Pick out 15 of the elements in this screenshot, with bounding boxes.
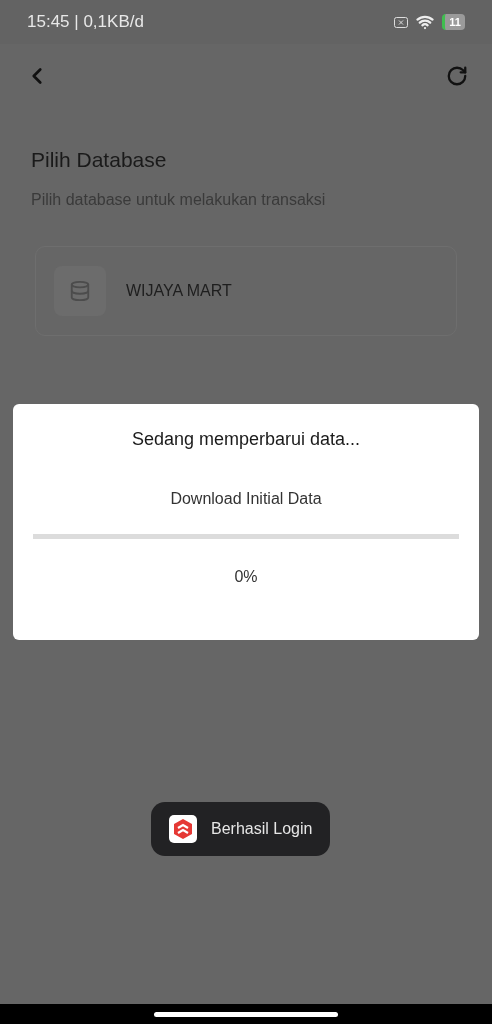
wifi-icon xyxy=(416,13,435,31)
dialog-title: Sedang memperbarui data... xyxy=(131,428,361,451)
toast-message: Berhasil Login xyxy=(211,819,313,839)
sim-icon xyxy=(394,16,409,28)
refresh-button[interactable] xyxy=(446,65,468,87)
database-name: WIJAYA MART xyxy=(126,280,232,301)
database-icon xyxy=(54,265,106,316)
progress-percent: 0% xyxy=(234,567,258,587)
app-logo-icon xyxy=(169,815,197,843)
status-time: 15:45 | 0,1KB/d xyxy=(27,11,144,34)
progress-step: Download Initial Data xyxy=(170,487,322,511)
database-card[interactable]: WIJAYA MART xyxy=(35,245,457,336)
page-title: Pilih Database xyxy=(31,147,168,173)
home-indicator[interactable] xyxy=(154,1011,338,1017)
battery-level: 11 xyxy=(449,16,461,28)
